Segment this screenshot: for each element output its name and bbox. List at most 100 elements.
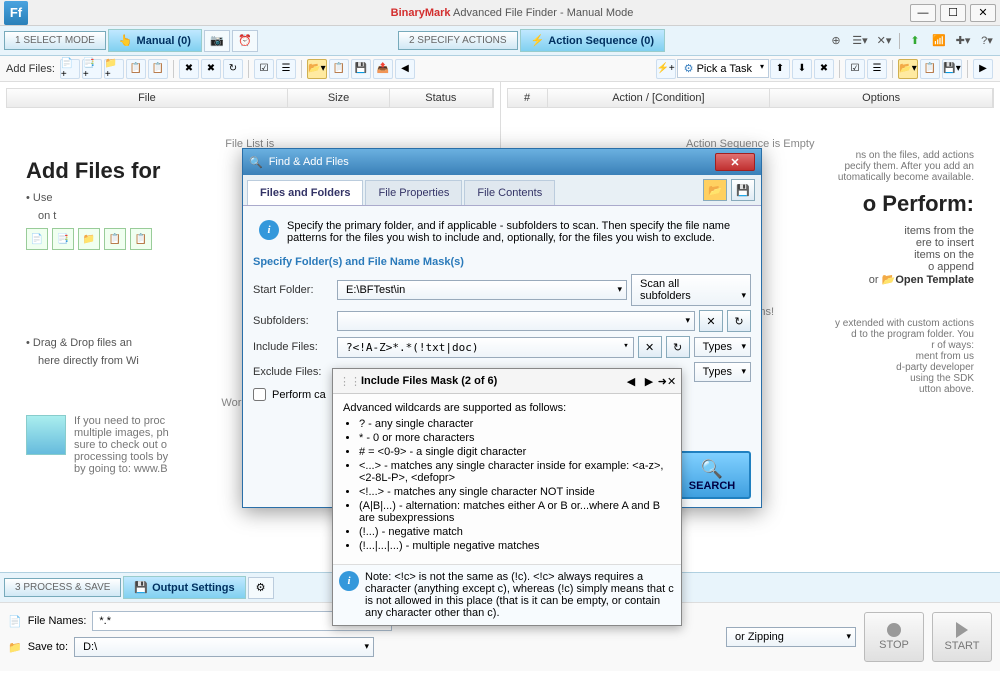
col-size[interactable]: Size: [288, 89, 390, 107]
play-icon: [956, 622, 968, 638]
copy2-icon[interactable]: 📋: [920, 59, 940, 79]
include-files-label: Include Files:: [253, 341, 333, 353]
wifi-icon[interactable]: 📶: [930, 32, 948, 50]
add-multi-icon[interactable]: 📑+: [82, 59, 102, 79]
refresh-icon[interactable]: ↻: [223, 59, 243, 79]
step-2-specify-actions[interactable]: 2 SPECIFY ACTIONS: [398, 31, 518, 50]
down-icon[interactable]: ⬇: [792, 59, 812, 79]
col-num[interactable]: #: [508, 89, 548, 107]
dialog-close-button[interactable]: ✕: [715, 153, 755, 171]
prev-icon[interactable]: ◀: [395, 59, 415, 79]
window-title: BinaryMark Advanced File Finder - Manual…: [28, 7, 996, 19]
col-action[interactable]: Action / [Condition]: [548, 89, 771, 107]
col-options[interactable]: Options: [770, 89, 993, 107]
exclude-types-dropdown[interactable]: Types: [694, 362, 751, 382]
scan-subfolders-dropdown[interactable]: Scan all subfolders: [631, 274, 751, 306]
case-sensitive-checkbox[interactable]: [253, 388, 266, 401]
list3-icon[interactable]: ☰: [867, 59, 887, 79]
doc-icon: 📄: [8, 615, 22, 628]
ribbon: 1 SELECT MODE 👆 Manual (0) 📷 ⏰ 2 SPECIFY…: [0, 26, 1000, 56]
tab-file-properties[interactable]: File Properties: [365, 180, 462, 205]
remove2-icon[interactable]: ✖: [201, 59, 221, 79]
list-icon[interactable]: ☰▾: [851, 32, 869, 50]
grip-icon[interactable]: ⋮⋮: [339, 375, 361, 388]
help-icon[interactable]: ?▾: [978, 32, 996, 50]
step-1-select-mode[interactable]: 1 SELECT MODE: [4, 31, 106, 50]
lightning-icon: ⚡: [531, 34, 545, 47]
export-icon[interactable]: 📤: [373, 59, 393, 79]
col-file[interactable]: File: [7, 89, 288, 107]
add-ico-3[interactable]: 📁: [78, 228, 100, 250]
remove-icon[interactable]: ✖: [179, 59, 199, 79]
minimize-button[interactable]: —: [910, 4, 936, 22]
add-ico-4[interactable]: 📋: [104, 228, 126, 250]
save-template-icon[interactable]: 💾: [731, 179, 755, 201]
toolbar: Add Files: 📄+ 📑+ 📁+ 📋 📋 ✖ ✖ ↻ ☑ ☰ 📂▾ 📋 💾…: [0, 56, 1000, 82]
include-files-input[interactable]: ?<!A-Z>*.*(!txt|doc): [337, 337, 634, 358]
app-icon: Ff: [4, 1, 28, 25]
refresh-subfolders-button[interactable]: ↻: [727, 310, 751, 332]
update-icon[interactable]: ⬆: [906, 32, 924, 50]
start-folder-label: Start Folder:: [253, 284, 333, 296]
schedule-tab[interactable]: ⏰: [232, 30, 258, 52]
include-types-dropdown[interactable]: Types: [694, 337, 751, 357]
select-icon[interactable]: ☑: [254, 59, 274, 79]
output-settings-tab[interactable]: 💾 Output Settings: [123, 576, 245, 599]
open-template-icon[interactable]: 📂: [703, 179, 727, 201]
add-ico-2[interactable]: 📑: [52, 228, 74, 250]
open2-icon[interactable]: 📂▾: [898, 59, 918, 79]
tooltip-prev[interactable]: ◀: [623, 373, 639, 389]
subfolders-input[interactable]: [337, 311, 695, 331]
tab-files-folders[interactable]: Files and Folders: [247, 180, 363, 205]
tools-icon[interactable]: ✕▾: [875, 32, 893, 50]
paste-icon[interactable]: 📋: [126, 59, 146, 79]
copy-icon[interactable]: 📋: [329, 59, 349, 79]
save-to-label: Save to:: [28, 641, 68, 653]
step-3-process-save[interactable]: 3 PROCESS & SAVE: [4, 578, 121, 597]
pick-task-dropdown[interactable]: ⚙ Pick a Task: [677, 59, 769, 78]
add-folder-icon[interactable]: 📁+: [104, 59, 124, 79]
clear-include-button[interactable]: ✕: [638, 336, 662, 358]
refresh-include-button[interactable]: ↻: [666, 336, 690, 358]
save-to-dropdown[interactable]: D:\: [74, 637, 374, 657]
plus-icon[interactable]: ✚▾: [954, 32, 972, 50]
exclude-files-label: Exclude Files:: [253, 366, 333, 378]
save-list-icon[interactable]: 💾: [351, 59, 371, 79]
open-folder-icon[interactable]: 📂▾: [307, 59, 327, 79]
target-icon[interactable]: ⊕: [827, 32, 845, 50]
monitor-tab[interactable]: 📷: [204, 30, 230, 52]
search-icon: 🔍: [249, 156, 263, 169]
tooltip-intro: Advanced wildcards are supported as foll…: [343, 402, 671, 414]
check-icon[interactable]: ☑: [845, 59, 865, 79]
tooltip-pin[interactable]: ➜✕: [659, 373, 675, 389]
clear-subfolders-button[interactable]: ✕: [699, 310, 723, 332]
settings-gear[interactable]: ⚙: [248, 577, 274, 599]
play-icon[interactable]: ▶: [973, 59, 993, 79]
dialog-titlebar[interactable]: 🔍 Find & Add Files ✕: [243, 149, 761, 175]
zipping-dropdown[interactable]: or Zipping: [726, 627, 856, 647]
magnifier-icon: 🔍: [701, 459, 723, 480]
add-action-icon[interactable]: ⚡+: [656, 59, 676, 79]
save2-icon[interactable]: 💾▾: [942, 59, 962, 79]
file-names-label: File Names:: [28, 615, 87, 627]
start-button[interactable]: START: [932, 612, 992, 662]
stop-button[interactable]: STOP: [864, 612, 924, 662]
close-button[interactable]: ✕: [970, 4, 996, 22]
del-action-icon[interactable]: ✖: [814, 59, 834, 79]
titlebar: Ff BinaryMark Advanced File Finder - Man…: [0, 0, 1000, 26]
add-ico-1[interactable]: 📄: [26, 228, 48, 250]
col-status[interactable]: Status: [390, 89, 492, 107]
search-button[interactable]: 🔍 SEARCH: [673, 451, 751, 499]
add-ico-5[interactable]: 📋: [130, 228, 152, 250]
manual-tab[interactable]: 👆 Manual (0): [108, 29, 202, 52]
start-folder-input[interactable]: E:\BFTest\in: [337, 280, 627, 300]
add-file-icon[interactable]: 📄+: [60, 59, 80, 79]
maximize-button[interactable]: ☐: [940, 4, 966, 22]
action-sequence-tab[interactable]: ⚡ Action Sequence (0): [520, 29, 665, 52]
stop-icon: [887, 623, 901, 637]
tooltip-next[interactable]: ▶: [641, 373, 657, 389]
up-icon[interactable]: ⬆: [770, 59, 790, 79]
paste2-icon[interactable]: 📋: [148, 59, 168, 79]
tab-file-contents[interactable]: File Contents: [464, 180, 555, 205]
list2-icon[interactable]: ☰: [276, 59, 296, 79]
